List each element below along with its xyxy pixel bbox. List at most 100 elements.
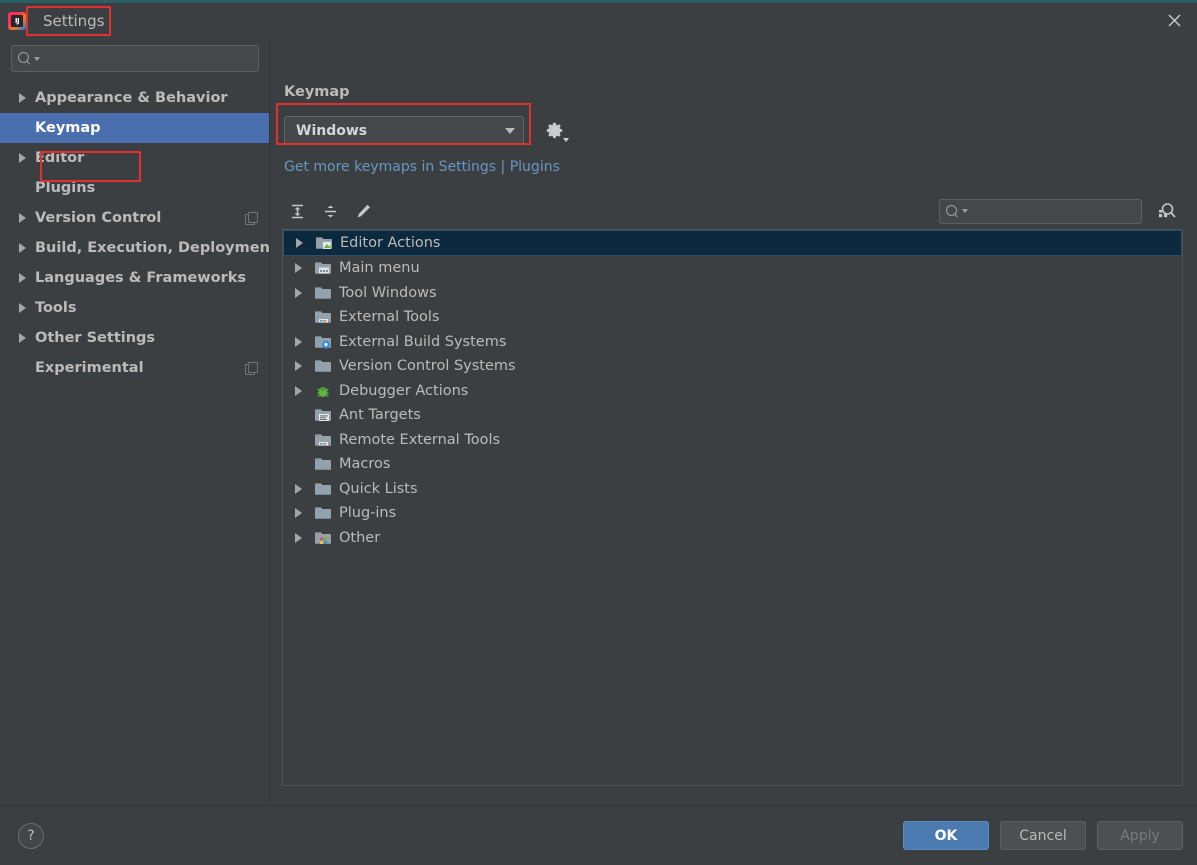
expand-all-glyph <box>291 204 303 218</box>
gear-icon[interactable] <box>544 120 569 142</box>
tree-row-label: Macros <box>339 456 391 473</box>
folder-icon <box>315 481 331 497</box>
tree-row[interactable]: Plug-ins <box>283 501 1182 526</box>
find-by-shortcut-icon[interactable] <box>1151 198 1181 224</box>
search-icon <box>946 204 959 218</box>
folder-menu-icon <box>315 260 331 276</box>
chevron-right-icon[interactable] <box>19 273 26 283</box>
edit-pencil-glyph <box>357 204 370 217</box>
sidebar-item-plugins[interactable]: Plugins <box>0 173 269 203</box>
chevron-right-icon[interactable] <box>19 243 26 253</box>
chevron-right-icon[interactable] <box>19 213 26 223</box>
tree-row-label: Remote External Tools <box>339 431 501 448</box>
chevron-right-icon[interactable] <box>19 93 26 103</box>
tree-row[interactable]: Version Control Systems <box>283 354 1182 379</box>
sidebar-item-build-execution-deployment[interactable]: Build, Execution, Deployment <box>0 233 269 263</box>
close-icon[interactable] <box>1151 3 1197 38</box>
folder-icon <box>315 285 331 301</box>
chevron-right-icon[interactable] <box>288 385 308 396</box>
chevron-right-icon[interactable] <box>288 336 308 347</box>
chevron-right-icon[interactable] <box>289 238 309 248</box>
collapse-all-glyph <box>324 205 336 217</box>
apply-button[interactable]: Apply <box>1097 821 1183 850</box>
sidebar-item-label: Build, Execution, Deployment <box>35 240 269 256</box>
folder-icon <box>315 505 331 521</box>
sidebar-item-appearance-behavior[interactable]: Appearance & Behavior <box>0 83 269 113</box>
collapse-all-icon[interactable] <box>315 198 345 224</box>
edit-pencil-icon[interactable] <box>348 198 378 224</box>
folder-ant-icon <box>315 407 331 423</box>
tree-row[interactable]: Main menu <box>283 256 1182 281</box>
expand-all-icon[interactable] <box>282 198 312 224</box>
tree-row[interactable]: Debugger Actions <box>283 379 1182 404</box>
settings-sidebar: Appearance & Behavior Keymap Editor Plugins… <box>0 38 270 805</box>
sidebar-item-editor[interactable]: Editor <box>0 143 269 173</box>
chevron-right-icon[interactable] <box>19 333 26 343</box>
tree-row[interactable]: Other <box>283 526 1182 551</box>
sidebar-item-version-control[interactable]: Version Control <box>0 203 269 233</box>
sidebar-item-label: Tools <box>35 300 77 316</box>
chevron-right-icon[interactable] <box>288 532 308 543</box>
get-more-keymaps-link[interactable]: Get more keymaps in Settings | Plugins <box>284 159 560 175</box>
tree-row-label: Ant Targets <box>339 407 421 424</box>
tree-row-label: Debugger Actions <box>339 382 469 399</box>
tree-row-label: Editor Actions <box>340 235 441 251</box>
sidebar-item-other-settings[interactable]: Other Settings <box>0 323 269 353</box>
gear-glyph <box>546 122 562 139</box>
dialog-footer: ? OK Cancel Apply <box>0 805 1197 865</box>
tree-row-label: Version Control Systems <box>339 358 516 375</box>
sidebar-item-label: Experimental <box>35 360 144 376</box>
tree-row-label: Other <box>339 529 381 546</box>
chevron-right-icon[interactable] <box>288 508 308 519</box>
tree-row[interactable]: Quick Lists <box>283 477 1182 502</box>
page-title: Keymap <box>284 84 350 100</box>
tree-row[interactable]: Macros <box>283 452 1182 477</box>
sidebar-item-keymap[interactable]: Keymap <box>0 113 269 143</box>
sidebar-item-label: Editor <box>35 150 85 166</box>
sidebar-item-label: Version Control <box>35 210 162 226</box>
tree-row[interactable]: External Tools <box>283 305 1182 330</box>
tree-row[interactable]: External Build Systems <box>283 330 1182 355</box>
tree-row[interactable]: Tool Windows <box>283 281 1182 306</box>
search-input[interactable] <box>45 51 252 66</box>
chevron-right-icon[interactable] <box>19 153 26 163</box>
debugger-bug-icon <box>315 383 331 399</box>
sidebar-item-label: Plugins <box>35 180 96 196</box>
chevron-placeholder-icon <box>288 435 308 445</box>
find-by-shortcut-glyph <box>1158 202 1176 218</box>
tree-row-label: Main menu <box>339 260 420 277</box>
help-button[interactable]: ? <box>18 822 44 849</box>
chevron-down-icon <box>505 127 515 134</box>
tree-row[interactable]: Editor Actions <box>283 230 1182 256</box>
keymap-search-input[interactable] <box>973 203 1143 219</box>
chevron-placeholder-icon <box>288 459 308 469</box>
copy-settings-icon <box>245 362 258 375</box>
sidebar-search-wrap <box>0 38 269 72</box>
chevron-placeholder-icon <box>288 410 308 420</box>
sidebar-item-label: Keymap <box>35 120 101 136</box>
chevron-right-icon[interactable] <box>288 263 308 274</box>
ok-button[interactable]: OK <box>903 821 989 850</box>
chevron-right-icon[interactable] <box>19 303 26 313</box>
sidebar-search-box[interactable] <box>11 45 259 72</box>
chevron-down-icon <box>34 56 40 61</box>
chevron-right-icon[interactable] <box>288 483 308 494</box>
chevron-placeholder-icon <box>288 312 308 322</box>
folder-icon <box>315 358 331 374</box>
sidebar-item-label: Appearance & Behavior <box>35 90 228 106</box>
keymap-tree-list: Editor Actions Main menu Tool Windows Exter… <box>283 230 1182 550</box>
keymap-search-box[interactable] <box>939 198 1143 224</box>
chevron-right-icon[interactable] <box>288 287 308 298</box>
tree-row-label: Plug-ins <box>339 505 397 522</box>
folder-tools-icon <box>315 309 331 325</box>
sidebar-item-tools[interactable]: Tools <box>0 293 269 323</box>
keymap-tree-panel[interactable]: Editor Actions Main menu Tool Windows Exter… <box>282 229 1183 786</box>
tree-row[interactable]: Remote External Tools <box>283 428 1182 453</box>
folder-build-icon <box>315 334 331 350</box>
chevron-right-icon[interactable] <box>288 361 308 372</box>
tree-row[interactable]: Ant Targets <box>283 403 1182 428</box>
sidebar-item-languages-frameworks[interactable]: Languages & Frameworks <box>0 263 269 293</box>
sidebar-item-experimental[interactable]: Experimental <box>0 353 269 383</box>
keymap-select[interactable]: Windows <box>284 116 524 145</box>
cancel-button[interactable]: Cancel <box>1000 821 1086 850</box>
